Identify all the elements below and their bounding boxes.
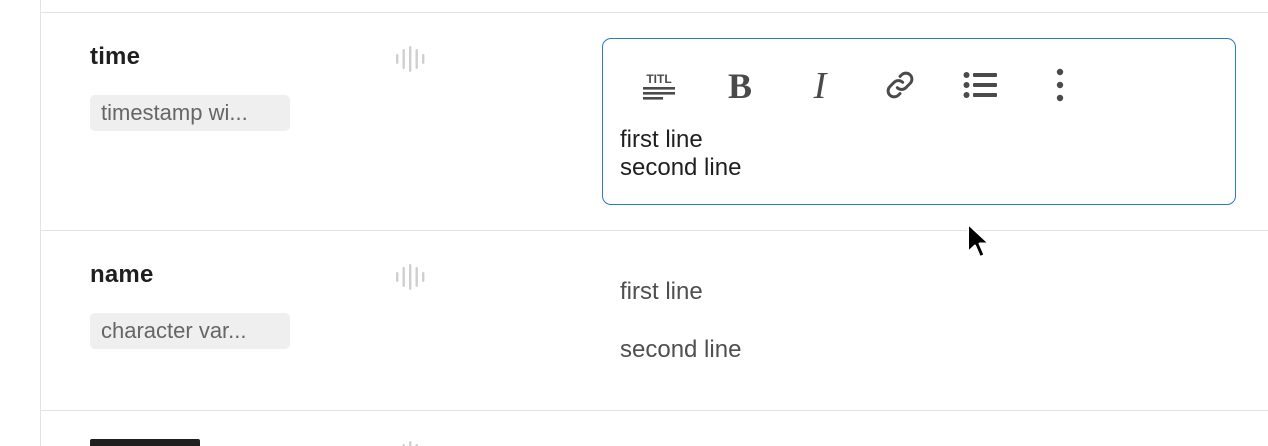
bullet-list-icon[interactable] [960, 65, 1000, 105]
italic-icon[interactable]: I [800, 65, 840, 105]
record-editor-panel: time timestamp wi... TITL B I first line… [0, 0, 1268, 446]
drag-handle-icon[interactable] [395, 46, 425, 72]
svg-text:TITL: TITL [646, 72, 671, 86]
mouse-pointer-icon [966, 222, 992, 260]
field-name-label: time [90, 43, 141, 70]
field-name-label-clipped [90, 439, 200, 446]
editor-toolbar: TITL B I [603, 39, 1235, 129]
field-value-line[interactable]: second line [620, 336, 741, 364]
drag-handle-icon[interactable] [395, 264, 425, 290]
editor-line: first line [620, 126, 703, 153]
editor-line: second line [620, 154, 742, 181]
rich-text-editor[interactable]: TITL B I first line second line [602, 38, 1236, 205]
field-row-next [41, 411, 1268, 446]
bold-icon[interactable]: B [720, 65, 760, 105]
field-value-line[interactable]: first line [620, 278, 703, 306]
more-vertical-icon[interactable] [1040, 65, 1080, 105]
editor-content[interactable]: first line second line [620, 126, 741, 182]
field-type-badge: character var... [90, 313, 290, 349]
title-icon[interactable]: TITL [639, 65, 679, 105]
svg-text:I: I [813, 69, 829, 101]
field-type-badge: timestamp wi... [90, 95, 290, 131]
field-row-time: time timestamp wi... TITL B I first line… [41, 13, 1268, 230]
link-icon[interactable] [880, 65, 920, 105]
drag-handle-icon[interactable] [395, 441, 425, 446]
field-row-name: name character var... first line second … [41, 231, 1268, 410]
svg-text:B: B [728, 69, 752, 101]
field-name-label: name [90, 261, 154, 288]
